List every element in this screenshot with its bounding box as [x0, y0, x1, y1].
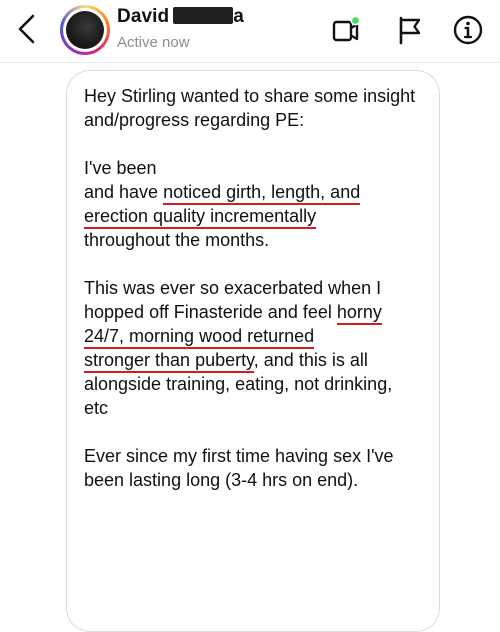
contact-name[interactable]: David: [117, 6, 169, 27]
info-icon: [453, 15, 483, 45]
message-text-span: I've been: [84, 158, 157, 178]
highlighted-text: erection quality incrementally: [84, 206, 317, 229]
message-text-span: and have: [84, 182, 164, 202]
name-redaction: [173, 7, 234, 24]
message-paragraph-2: I've been and have noticed girth, length…: [84, 156, 420, 252]
highlighted-text: stronger than puberty: [84, 350, 254, 373]
contact-name-row[interactable]: David a: [117, 6, 244, 32]
message-paragraph-1: Hey Stirling wanted to share some insigh…: [84, 86, 416, 130]
profile-photo: [66, 11, 104, 49]
contact-name-tail: a: [233, 6, 244, 27]
video-call-button[interactable]: [330, 14, 362, 46]
info-button[interactable]: [452, 14, 484, 46]
back-button[interactable]: [14, 12, 40, 46]
message-text-span: throughout the months.: [84, 230, 270, 250]
message-paragraph-3: This was ever so exacerbated when I hopp…: [84, 276, 420, 420]
chevron-left-icon: [18, 14, 35, 44]
chat-header: David a Active now: [0, 0, 500, 63]
activity-status: Active now: [117, 34, 190, 51]
highlighted-text: noticed girth, length, and: [163, 182, 361, 205]
report-button[interactable]: [394, 14, 426, 46]
video-call-icon: [332, 15, 361, 42]
message-paragraph-4: Ever since my first time having sex I've…: [84, 446, 394, 490]
message-text: Hey Stirling wanted to share some insigh…: [84, 84, 420, 516]
avatar-ring-gap: [63, 8, 107, 52]
flag-icon: [399, 16, 421, 45]
avatar[interactable]: [60, 5, 110, 55]
